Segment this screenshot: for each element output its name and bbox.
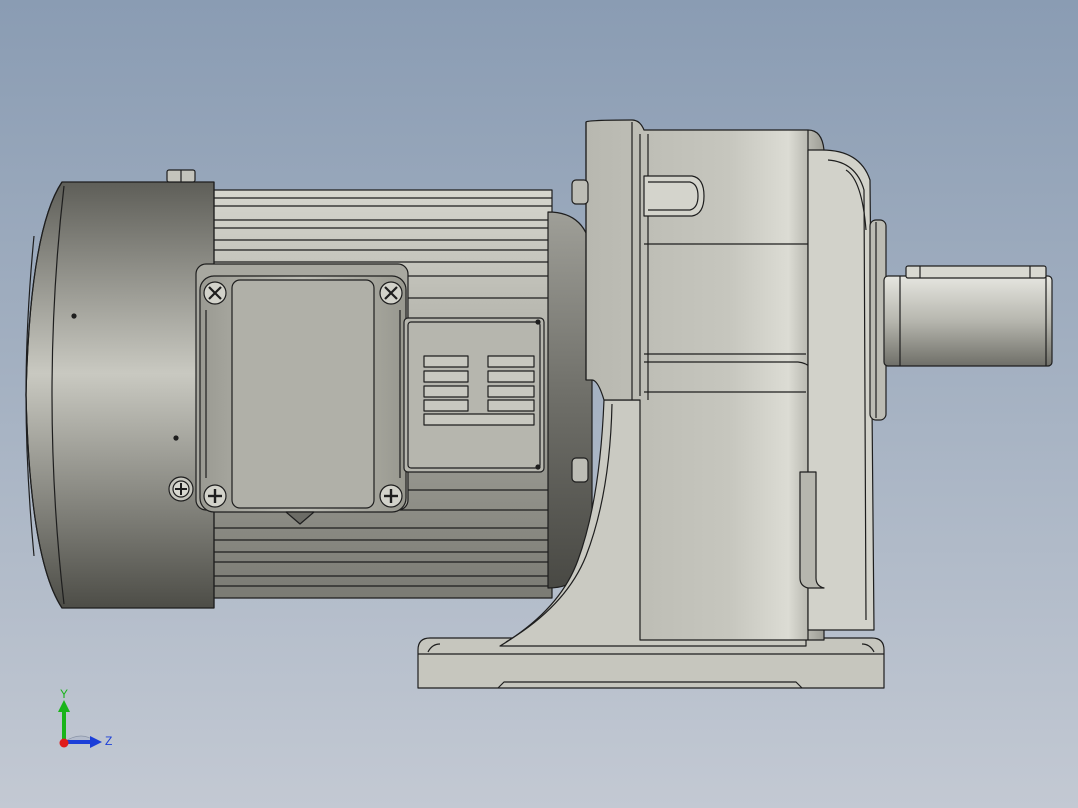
- output-shaft[interactable]: [883, 265, 1053, 367]
- housing-stud[interactable]: [571, 179, 589, 205]
- gearbox-top-boss[interactable]: [643, 175, 705, 217]
- terminal-box[interactable]: [199, 275, 407, 525]
- terminal-screw-icon[interactable]: [379, 281, 403, 305]
- motor-end-cover[interactable]: [25, 181, 215, 609]
- nameplate: [403, 317, 545, 473]
- lifting-bolt[interactable]: [166, 169, 196, 183]
- output-end-cap[interactable]: [807, 149, 887, 631]
- gear-motor-model[interactable]: [0, 0, 1078, 808]
- terminal-screw-icon[interactable]: [203, 484, 227, 508]
- cad-viewport[interactable]: Y Z: [0, 0, 1078, 808]
- terminal-screw-icon[interactable]: [379, 484, 403, 508]
- z-axis-label: Z: [105, 734, 112, 748]
- y-axis-arrow-icon: [58, 700, 70, 712]
- ground-screw-icon[interactable]: [168, 476, 194, 502]
- x-axis-dot: [59, 738, 69, 748]
- z-axis-arrow-icon: [90, 736, 102, 748]
- y-axis-label: Y: [60, 687, 68, 701]
- orientation-triad: Y Z: [58, 687, 112, 748]
- terminal-screw-icon[interactable]: [203, 281, 227, 305]
- housing-stud[interactable]: [571, 457, 589, 483]
